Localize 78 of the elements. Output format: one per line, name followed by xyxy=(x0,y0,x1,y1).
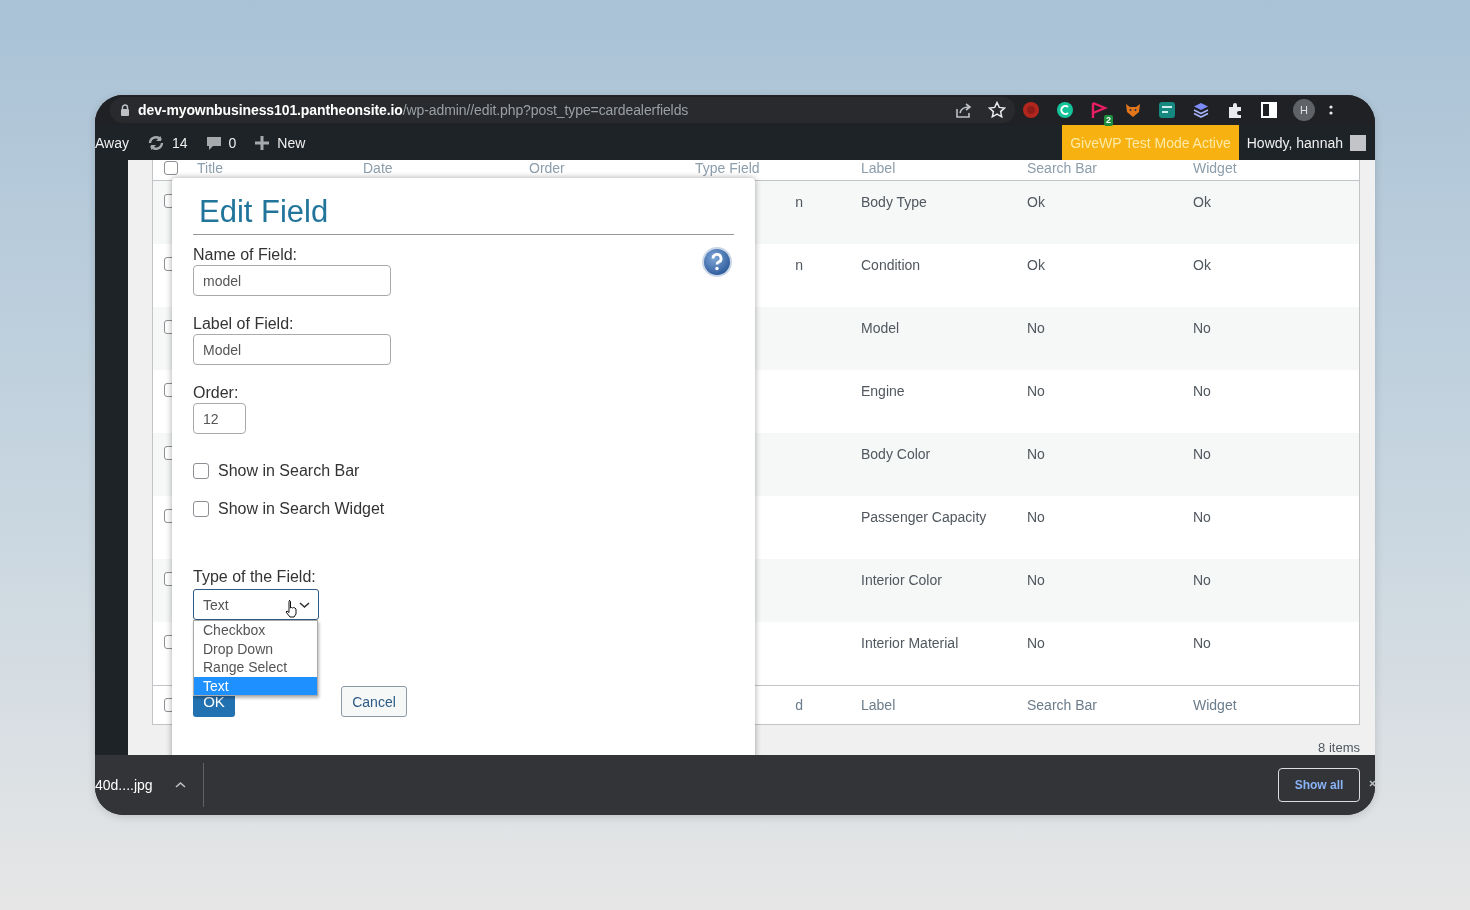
checkbox-label: Show in Search Bar xyxy=(218,461,360,481)
table-cell: Interior Material xyxy=(861,635,959,651)
star-icon[interactable] xyxy=(988,101,1006,119)
share-icon[interactable] xyxy=(954,101,972,119)
hand-cursor-icon xyxy=(284,599,298,619)
table-cell: No xyxy=(1193,320,1211,336)
column-header[interactable]: Widget xyxy=(1193,697,1237,713)
column-header: d xyxy=(795,697,803,713)
updates-link[interactable]: 14 xyxy=(147,133,188,152)
chevron-up-icon[interactable] xyxy=(175,781,186,789)
table-cell: No xyxy=(1027,509,1045,525)
table-cell: Body Type xyxy=(861,194,927,210)
comment-icon xyxy=(205,134,222,151)
table-cell: No xyxy=(1027,572,1045,588)
table-cell: No xyxy=(1193,509,1211,525)
admin-link[interactable]: Away xyxy=(95,134,129,151)
account-menu[interactable]: Howdy, hannah xyxy=(1238,134,1375,151)
table-cell: Ok xyxy=(1193,257,1211,273)
type-select[interactable]: Text xyxy=(193,589,319,620)
lock-icon xyxy=(120,104,130,116)
puzzle-icon[interactable] xyxy=(1226,101,1244,119)
table-cell: No xyxy=(1027,320,1045,336)
menu-icon[interactable] xyxy=(1329,104,1333,116)
comments-link[interactable]: 0 xyxy=(205,134,237,151)
input-field[interactable]: 12 xyxy=(193,403,246,434)
table-cell: No xyxy=(1027,383,1045,399)
sidebar-icon[interactable] xyxy=(1260,101,1278,119)
table-cell: Ok xyxy=(1193,194,1211,210)
table-cell: n xyxy=(795,194,803,210)
profile-avatar[interactable]: H xyxy=(1293,99,1315,121)
input-field[interactable]: Model xyxy=(193,334,391,365)
table-cell: Ok xyxy=(1027,194,1045,210)
dropdown-option[interactable]: Checkbox xyxy=(194,621,317,640)
table-cell: n xyxy=(795,257,803,273)
table-cell: No xyxy=(1027,635,1045,651)
plus-icon xyxy=(254,134,271,151)
cancel-button[interactable]: Cancel xyxy=(341,686,407,717)
table-cell: No xyxy=(1193,572,1211,588)
chevron-down-icon xyxy=(299,600,310,609)
fox-icon[interactable] xyxy=(1124,101,1142,119)
address-bar[interactable]: dev-myownbusiness101.pantheonsite.io/wp-admin//edit.php?post_type=cardealerfields xyxy=(110,97,1015,123)
table-cell: Engine xyxy=(861,383,905,399)
column-header[interactable]: Label xyxy=(861,697,896,713)
table-cell: No xyxy=(1027,446,1045,462)
input-field[interactable]: model xyxy=(193,265,391,296)
show-all-button[interactable]: Show all xyxy=(1278,768,1360,802)
checkbox[interactable] xyxy=(193,463,209,479)
column-header[interactable]: Search Bar xyxy=(1027,697,1098,713)
user-avatar xyxy=(1350,134,1366,151)
download-filename[interactable]: 40d....jpg xyxy=(95,777,175,793)
layers-icon[interactable] xyxy=(1192,101,1210,119)
dropdown-option[interactable]: Range Select xyxy=(194,658,317,677)
checkbox-label: Show in Search Widget xyxy=(218,499,385,519)
url-text: dev-myownbusiness101.pantheonsite.io/wp-admin//edit.php?post_type=cardealerfields xyxy=(138,102,689,118)
checkbox[interactable] xyxy=(193,501,209,517)
field-label: Label of Field: xyxy=(193,314,294,334)
extension-badge: 2 xyxy=(1104,115,1113,126)
dropdown-option[interactable]: Drop Down xyxy=(194,639,317,658)
item-count: 8 items xyxy=(1318,740,1360,755)
table-cell: Model xyxy=(861,320,900,336)
table-cell: Passenger Capacity xyxy=(861,509,987,525)
refresh-icon xyxy=(147,133,165,152)
field-label: Type of the Field: xyxy=(193,567,316,587)
table-cell: Interior Color xyxy=(861,572,942,588)
table-cell: No xyxy=(1193,383,1211,399)
new-link[interactable]: New xyxy=(254,134,306,151)
table-cell: Ok xyxy=(1027,257,1045,273)
table-cell: No xyxy=(1193,635,1211,651)
table-cell: No xyxy=(1193,446,1211,462)
field-label: Order: xyxy=(193,383,239,403)
extension-icon[interactable] xyxy=(1056,101,1074,119)
field-label: Name of Field: xyxy=(193,245,298,265)
help-icon[interactable] xyxy=(702,247,732,277)
table-cell: Body Color xyxy=(861,446,931,462)
dialog-title: Edit Field xyxy=(199,193,330,231)
flag-icon[interactable] xyxy=(1090,101,1108,119)
row-checkbox[interactable] xyxy=(164,160,178,175)
table-cell: Condition xyxy=(861,257,921,273)
